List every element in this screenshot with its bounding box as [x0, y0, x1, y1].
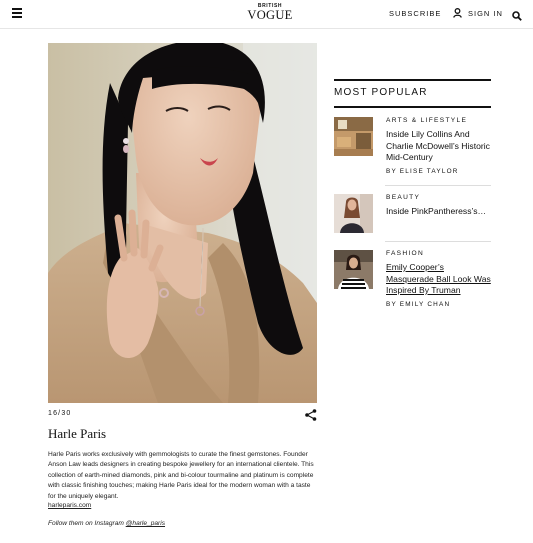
most-popular-heading: MOST POPULAR — [334, 87, 428, 98]
site-header: BRITISH VOGUE SUBSCRIBE SIGN IN — [0, 0, 533, 29]
slide-counter: 16/30 — [48, 410, 72, 417]
popular-item-category: FASHION — [386, 250, 425, 257]
popular-item-byline: BY EMILY CHAN — [386, 301, 451, 308]
popular-item-title[interactable]: Inside Lily Collins And Charlie McDowell… — [386, 129, 491, 164]
popular-item[interactable]: FASHION Emily Cooper’s Masquerade Ball L… — [334, 250, 491, 312]
share-button[interactable] — [305, 408, 317, 426]
popular-item-thumbnail[interactable] — [334, 194, 373, 233]
popular-item-category: BEAUTY — [386, 194, 421, 201]
slide-description: Harle Paris works exclusively with gemmo… — [48, 451, 314, 500]
popular-item[interactable]: BEAUTY Inside PinkPantheress’s… — [334, 194, 491, 234]
most-popular-top-rule — [334, 79, 491, 81]
share-icon — [305, 409, 317, 421]
popular-divider — [385, 241, 491, 242]
user-icon — [453, 8, 462, 18]
hamburger-menu-icon[interactable] — [12, 8, 22, 18]
sign-in-button[interactable]: SIGN IN — [453, 8, 503, 18]
popular-item-thumbnail[interactable] — [334, 250, 373, 289]
search-icon — [512, 11, 522, 21]
subscribe-link[interactable]: SUBSCRIBE — [389, 9, 441, 18]
vogue-logo[interactable]: BRITISH VOGUE — [247, 3, 293, 21]
popular-divider — [385, 185, 491, 186]
most-popular-bottom-rule — [334, 106, 491, 108]
popular-item[interactable]: ARTS & LIFESTYLE Inside Lily Collins And… — [334, 117, 491, 179]
sign-in-label: SIGN IN — [468, 8, 503, 18]
logo-vogue: VOGUE — [247, 8, 293, 22]
search-button[interactable] — [512, 8, 522, 26]
follow-text: Follow them on Instagram — [48, 520, 126, 527]
popular-item-title[interactable]: Inside PinkPantheress’s… — [386, 206, 491, 218]
popular-item-title[interactable]: Emily Cooper’s Masquerade Ball Look Was … — [386, 262, 491, 297]
instagram-follow: Follow them on Instagram @harle_paris — [48, 520, 165, 527]
gallery-main-image[interactable] — [48, 43, 317, 403]
popular-item-thumbnail[interactable] — [334, 117, 373, 156]
popular-item-category: ARTS & LIFESTYLE — [386, 117, 468, 124]
harle-paris-link[interactable]: harleparis.com — [48, 502, 91, 509]
instagram-handle-link[interactable]: @harle_paris — [126, 520, 165, 527]
popular-item-byline: BY ELISE TAYLOR — [386, 168, 459, 175]
slide-title: Harle Paris — [48, 426, 107, 441]
